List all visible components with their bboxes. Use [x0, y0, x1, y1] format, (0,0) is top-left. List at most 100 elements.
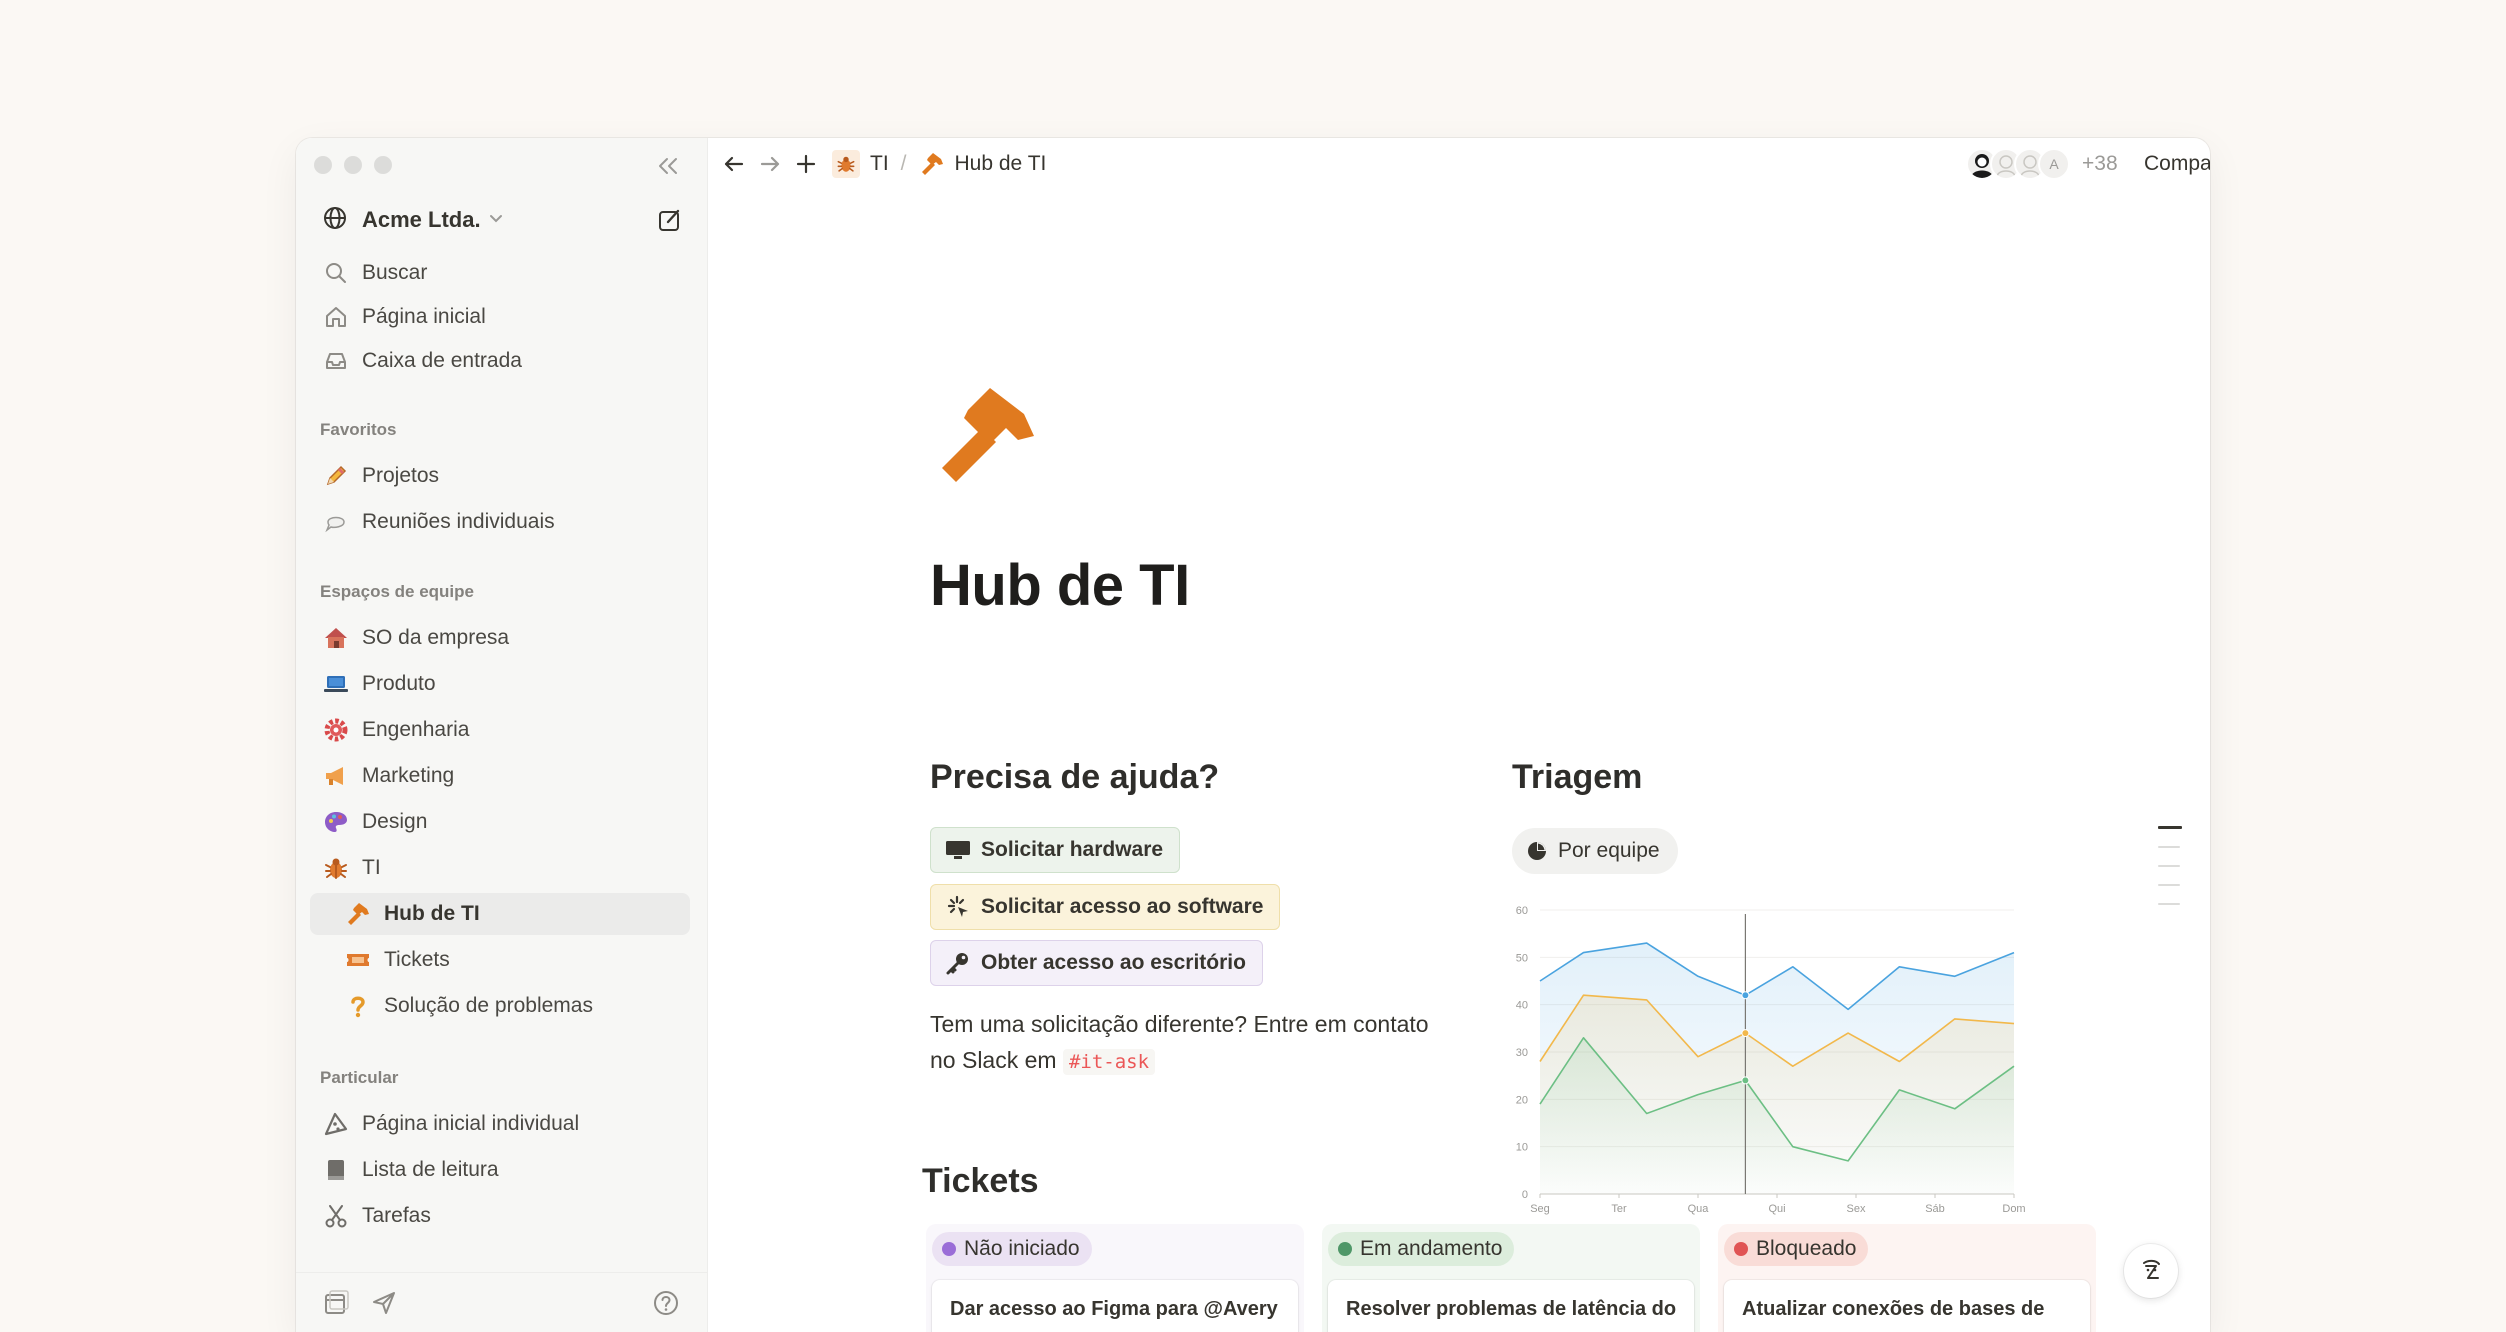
sidebar-item-label: SO da empresa [362, 626, 510, 649]
sidebar-item-reunioes[interactable]: Reuniões individuais [310, 501, 690, 543]
app-window: Acme Ltda. Buscar Página inicial Caixa d… [296, 138, 2210, 1332]
sidebar-item-projetos[interactable]: Projetos [310, 455, 690, 497]
collapse-sidebar-icon[interactable] [652, 150, 684, 182]
teamspaces-section-label: Espaços de equipe [320, 582, 474, 601]
send-icon[interactable] [368, 1287, 400, 1319]
x-tick-label: Qua [1688, 1203, 1710, 1215]
hammer-icon [919, 151, 945, 177]
status-badge[interactable]: Em andamento [1328, 1232, 1515, 1266]
x-tick-label: Qui [1768, 1203, 1785, 1215]
slack-note: Tem uma solicitação diferente? Entre em … [930, 1006, 1450, 1080]
sidebar-item-engenharia[interactable]: Engenharia [310, 709, 690, 751]
sidebar-item-label: Design [362, 810, 428, 833]
sidebar-item-tickets[interactable]: Tickets [310, 939, 690, 981]
sidebar-item-ti[interactable]: TI [310, 847, 690, 889]
sidebar-footer [296, 1272, 708, 1332]
y-tick-label: 60 [1516, 905, 1528, 917]
maximize-window-button[interactable] [374, 156, 392, 174]
status-label: Em andamento [1360, 1237, 1503, 1260]
breadcrumb-label: TI [870, 152, 889, 175]
toc-line[interactable] [2158, 846, 2180, 848]
sidebar: Acme Ltda. Buscar Página inicial Caixa d… [296, 138, 708, 1332]
y-tick-label: 20 [1516, 1094, 1528, 1106]
status-dot [942, 1242, 956, 1256]
sidebar-item-label: Projetos [362, 464, 440, 487]
hover-point [1741, 991, 1750, 1000]
sidebar-item-home[interactable]: Página inicial [310, 296, 690, 338]
triage-heading: Triagem [1512, 758, 1643, 796]
group-by-team-pill[interactable]: Por equipe [1512, 828, 1678, 874]
breadcrumb-item-ti[interactable]: TI [832, 150, 889, 178]
board-column-blocked: Bloqueado Atualizar conexões de bases de [1718, 1224, 2096, 1332]
avatar-overflow-count: +38 [2082, 152, 2118, 175]
forward-arrow-icon[interactable] [754, 148, 786, 180]
pizza-slice-icon [322, 1110, 350, 1138]
ticket-card[interactable]: Atualizar conexões de bases de [1724, 1280, 2090, 1332]
button-label: Solicitar acesso ao software [981, 895, 1264, 918]
y-tick-label: 0 [1522, 1189, 1528, 1201]
sidebar-item-lista-de-leitura[interactable]: Lista de leitura [310, 1149, 690, 1191]
new-page-icon[interactable] [656, 206, 684, 239]
share-button[interactable]: Compartilhar [2144, 148, 2210, 180]
speech-bubble-icon [322, 508, 350, 536]
favorites-section-label: Favoritos [320, 420, 397, 439]
home-icon [322, 303, 350, 331]
y-tick-label: 50 [1516, 952, 1528, 964]
add-icon[interactable] [790, 148, 822, 180]
workspace-name: Acme Ltda. [362, 207, 481, 232]
close-window-button[interactable] [314, 156, 332, 174]
request-software-access-button[interactable]: Solicitar acesso ao software [930, 884, 1281, 930]
page-content: Hub de TI Precisa de ajuda? Solicitar ha… [708, 190, 2210, 1332]
y-tick-label: 30 [1516, 1047, 1528, 1059]
sidebar-item-label: Buscar [362, 261, 428, 284]
breadcrumb: TI / Hub de TI [832, 148, 1046, 180]
back-arrow-icon[interactable] [718, 148, 750, 180]
workspace-switcher[interactable]: Acme Ltda. [310, 200, 690, 240]
topbar: TI / Hub de TI A +38 Compartilhar [708, 138, 2210, 190]
breadcrumb-label: Hub de TI [954, 152, 1047, 175]
sidebar-item-solucao-de-problemas[interactable]: Solução de problemas [310, 985, 690, 1027]
toc-line[interactable] [2158, 865, 2180, 867]
sidebar-item-pagina-inicial-individual[interactable]: Página inicial individual [310, 1103, 690, 1145]
sidebar-item-design[interactable]: Design [310, 801, 690, 843]
table-of-contents[interactable] [2158, 826, 2188, 922]
status-badge[interactable]: Bloqueado [1724, 1232, 1869, 1266]
request-hardware-button[interactable]: Solicitar hardware [930, 827, 1181, 873]
sidebar-item-label: Tickets [384, 948, 450, 971]
office-access-button[interactable]: Obter acesso ao escritório [930, 940, 1263, 986]
toc-line[interactable] [2158, 903, 2180, 905]
x-tick-label: Sáb [1925, 1203, 1945, 1215]
hover-point [1741, 1029, 1750, 1038]
status-badge[interactable]: Não iniciado [932, 1232, 1092, 1266]
sidebar-item-inbox[interactable]: Caixa de entrada [310, 340, 690, 382]
slack-channel-code: #it-ask [1062, 1049, 1156, 1075]
sidebar-item-label: Produto [362, 672, 436, 695]
sidebar-item-so-da-empresa[interactable]: SO da empresa [310, 617, 690, 659]
status-label: Não iniciado [964, 1237, 1080, 1260]
toc-line[interactable] [2158, 884, 2180, 886]
collaborator-avatars[interactable]: A +38 [1966, 148, 2118, 180]
assistant-face-icon [2143, 1259, 2160, 1279]
minimize-window-button[interactable] [344, 156, 362, 174]
ticket-icon [344, 946, 372, 974]
sidebar-item-search[interactable]: Buscar [310, 252, 690, 294]
sidebar-item-tarefas[interactable]: Tarefas [310, 1195, 690, 1237]
board-column-not-started: Não iniciado Dar acesso ao Figma para @A… [926, 1224, 1304, 1332]
sidebar-item-marketing[interactable]: Marketing [310, 755, 690, 797]
ticket-card[interactable]: Resolver problemas de latência do [1328, 1280, 1694, 1332]
help-assistant-button[interactable] [2124, 1244, 2178, 1298]
sidebar-item-hub-de-ti[interactable]: Hub de TI [310, 893, 690, 935]
monitor-icon [945, 837, 971, 863]
toc-line[interactable] [2158, 826, 2182, 829]
cursor-click-icon [945, 894, 971, 920]
chevron-down-icon [489, 211, 503, 229]
sidebar-item-produto[interactable]: Produto [310, 663, 690, 705]
sidebar-item-label: Reuniões individuais [362, 510, 555, 533]
hammer-icon[interactable] [930, 380, 1042, 492]
avatar: A [2038, 148, 2070, 180]
breadcrumb-item-hub-de-ti[interactable]: Hub de TI [919, 151, 1047, 177]
sidebar-item-label: Tarefas [362, 1204, 431, 1227]
calendar-icon[interactable] [320, 1287, 352, 1319]
ticket-card[interactable]: Dar acesso ao Figma para @Avery [932, 1280, 1298, 1332]
help-icon[interactable] [650, 1287, 682, 1319]
